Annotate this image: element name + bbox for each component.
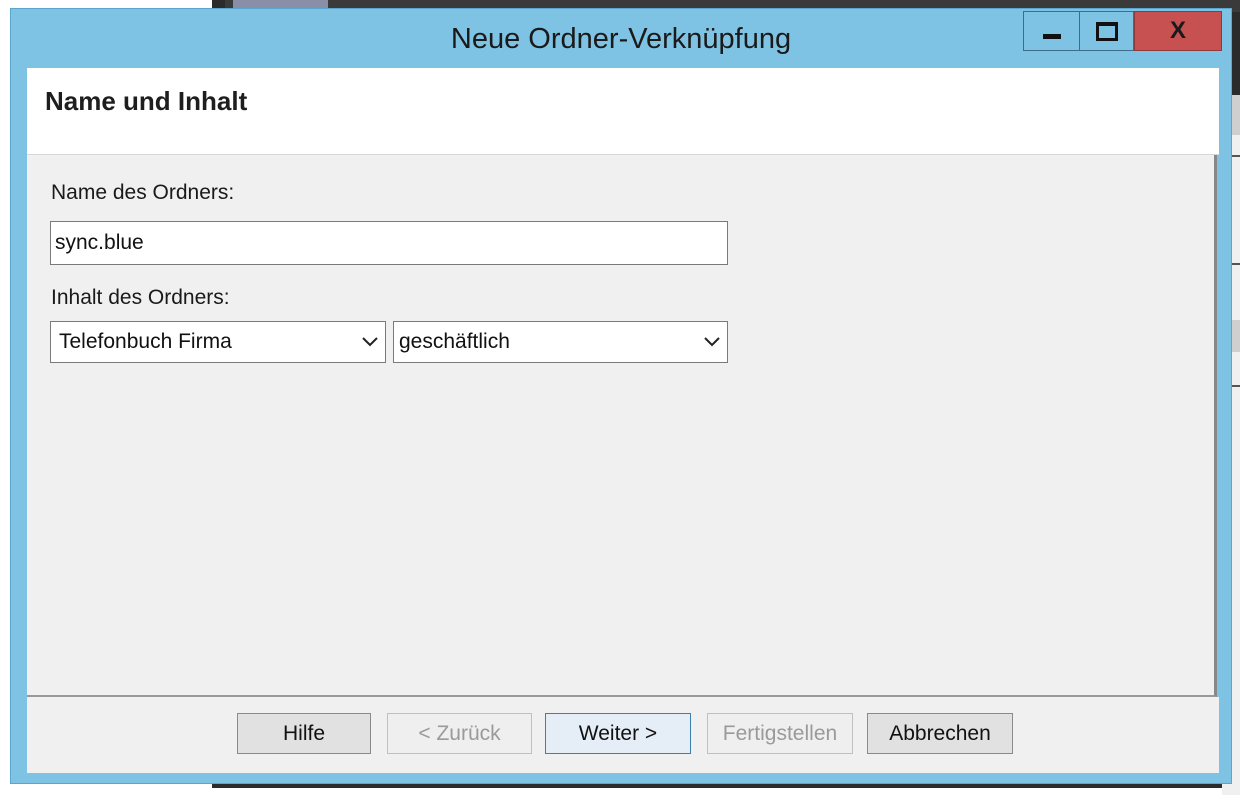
content-type-select[interactable]: Telefonbuch Firma: [50, 321, 386, 363]
content-type-value: Telefonbuch Firma: [59, 330, 232, 353]
minimize-icon: [1042, 33, 1061, 39]
close-icon: X: [1169, 17, 1186, 44]
help-button[interactable]: Hilfe: [237, 713, 371, 754]
chevron-down-icon: [697, 337, 727, 347]
folder-name-label: Name des Ordners:: [51, 181, 235, 204]
maximize-icon: [1095, 21, 1118, 41]
wizard-content: Name des Ordners: Inhalt des Ordners: Te…: [27, 155, 1217, 697]
folder-content-label: Inhalt des Ordners:: [51, 286, 230, 309]
background-tile: [233, 0, 328, 8]
finish-button[interactable]: Fertigstellen: [707, 713, 853, 754]
back-button[interactable]: < Zurück: [387, 713, 532, 754]
wizard-header: Name und Inhalt: [27, 68, 1219, 155]
page-title: Name und Inhalt: [45, 86, 248, 116]
chevron-down-icon: [355, 337, 385, 347]
cancel-button[interactable]: Abbrechen: [867, 713, 1013, 754]
close-button[interactable]: X: [1134, 11, 1222, 51]
next-button[interactable]: Weiter >: [545, 713, 691, 754]
folder-name-input[interactable]: [50, 221, 728, 265]
category-select[interactable]: geschäftlich: [393, 321, 728, 363]
minimize-button[interactable]: [1023, 11, 1079, 51]
wizard-footer: Hilfe < Zurück Weiter > Fertigstellen Ab…: [27, 697, 1219, 773]
dialog-window: Neue Ordner-Verknüpfung X Name und Inhal…: [10, 8, 1232, 784]
category-value: geschäftlich: [399, 330, 510, 353]
maximize-button[interactable]: [1079, 11, 1134, 51]
